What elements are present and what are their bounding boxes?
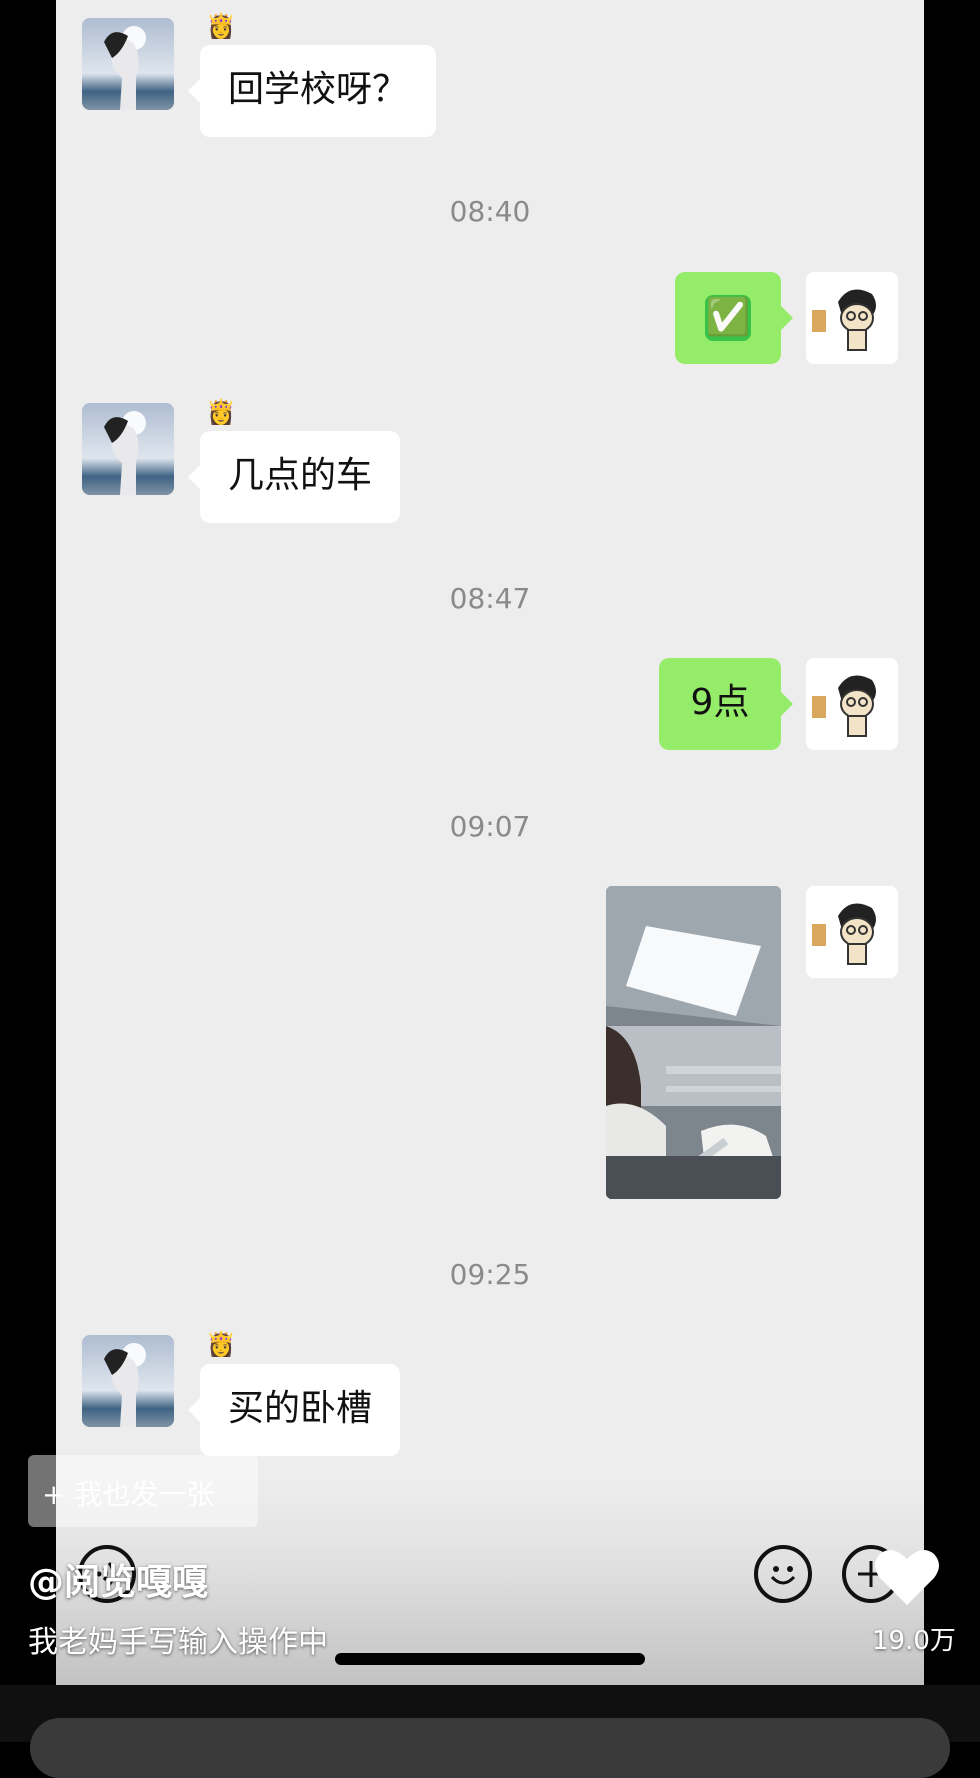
outgoing-message-bubble[interactable]: ✅ <box>675 272 793 364</box>
partner-badge-icon: 👸 <box>206 12 236 40</box>
video-caption: 我老妈手写输入操作中 <box>28 1625 328 1660</box>
my-avatar-image <box>806 886 898 978</box>
partner-avatar-image <box>82 403 174 495</box>
author-name[interactable]: @阅览嘎嘎 <box>28 1553 208 1605</box>
partner-avatar-image <box>82 1335 174 1427</box>
like-button[interactable] <box>872 1545 942 1609</box>
emoji-icon <box>770 1566 796 1585</box>
like-count: 19.0万 <box>872 1626 956 1656</box>
my-avatar[interactable] <box>806 658 898 750</box>
post-similar-label: + 我也发一张 <box>42 1478 215 1511</box>
heart-icon <box>875 1550 939 1605</box>
partner-badge-icon: 👸 <box>206 398 236 426</box>
train-sleeper-photo <box>606 886 781 1199</box>
my-avatar-image <box>806 658 898 750</box>
incoming-message-bubble[interactable]: 买的卧槽 <box>187 1364 401 1456</box>
bottom-bar <box>0 1685 980 1778</box>
chat-screen: 👸 回学校呀？ 08:40 ✅ 👸 几点的车 08:47 9点 09:07 09… <box>56 0 924 1685</box>
incoming-message-bubble[interactable]: 回学校呀？ <box>187 45 437 137</box>
partner-avatar-image <box>82 18 174 110</box>
check-mark-emoji-icon: ✅ <box>705 295 751 341</box>
my-avatar[interactable] <box>806 272 898 364</box>
timestamp: 09:07 <box>449 810 531 843</box>
emoji-button[interactable] <box>754 1545 812 1603</box>
my-avatar[interactable] <box>806 886 898 978</box>
post-similar-button[interactable]: + 我也发一张 <box>28 1455 258 1527</box>
timestamp: 09:25 <box>449 1258 531 1291</box>
incoming-message-bubble[interactable]: 几点的车 <box>187 431 401 523</box>
timestamp: 08:40 <box>449 195 531 228</box>
partner-avatar[interactable] <box>82 1335 174 1427</box>
photo-message[interactable] <box>606 886 781 1199</box>
message-text: 几点的车 <box>228 455 373 496</box>
partner-avatar[interactable] <box>82 403 174 495</box>
my-avatar-image <box>806 272 898 364</box>
message-text: 回学校呀？ <box>228 69 409 110</box>
message-text: 买的卧槽 <box>228 1388 373 1429</box>
message-text: 9点 <box>690 682 750 723</box>
partner-badge-icon: 👸 <box>206 1330 236 1358</box>
timestamp: 08:47 <box>449 582 531 615</box>
bottom-input-pill[interactable] <box>30 1718 950 1778</box>
partner-avatar[interactable] <box>82 18 174 110</box>
home-indicator <box>335 1653 645 1665</box>
outgoing-message-bubble[interactable]: 9点 <box>659 658 793 750</box>
